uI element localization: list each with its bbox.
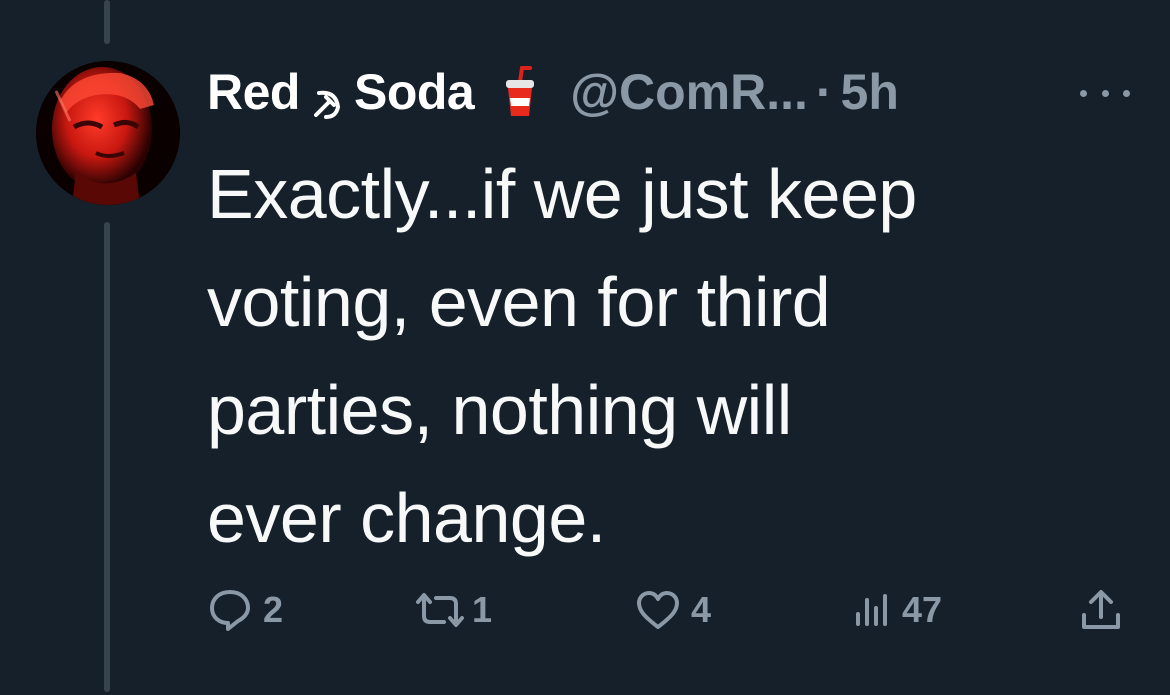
tweet-header: Red Soda @ComR... · 5h	[207, 60, 899, 124]
action-bar: 2 1 4 47	[0, 580, 1170, 640]
share-icon	[1078, 587, 1124, 633]
tweet-text-line: ever change.	[207, 479, 606, 557]
soda-cup-icon	[500, 66, 540, 118]
hammer-and-sickle-icon	[310, 75, 344, 119]
tweet-text-line: parties, nothing will	[207, 371, 792, 449]
separator-dot: ·	[815, 64, 833, 120]
retweet-count: 1	[472, 589, 493, 630]
share-button[interactable]	[1078, 580, 1124, 640]
tweet-text-line: Exactly...if we just keep	[207, 155, 917, 233]
display-name-part2: Soda	[353, 64, 475, 120]
like-count: 4	[691, 589, 712, 630]
heart-icon	[635, 589, 681, 631]
retweet-button[interactable]: 1	[412, 580, 492, 640]
views-chart-icon	[852, 590, 892, 630]
reply-icon	[207, 588, 253, 632]
tweet-text: Exactly...if we just keep voting, even f…	[207, 140, 1137, 572]
tweet-text-line: voting, even for third	[207, 263, 831, 341]
handle[interactable]: @ComR...	[570, 63, 808, 121]
display-name[interactable]: Red Soda	[207, 63, 540, 121]
timestamp[interactable]: 5h	[841, 63, 899, 121]
reply-count: 2	[263, 589, 284, 630]
more-options-icon[interactable]	[1080, 78, 1130, 108]
retweet-icon	[412, 590, 468, 630]
avatar[interactable]	[36, 61, 180, 205]
thread-line-top	[104, 0, 110, 44]
display-name-part1: Red	[207, 64, 300, 120]
tweet[interactable]: Red Soda @ComR... · 5h Exactly...if we j…	[0, 0, 1170, 695]
like-button[interactable]: 4	[635, 580, 711, 640]
views-count: 47	[902, 589, 943, 630]
reply-button[interactable]: 2	[207, 580, 283, 640]
views-button[interactable]: 47	[852, 580, 942, 640]
